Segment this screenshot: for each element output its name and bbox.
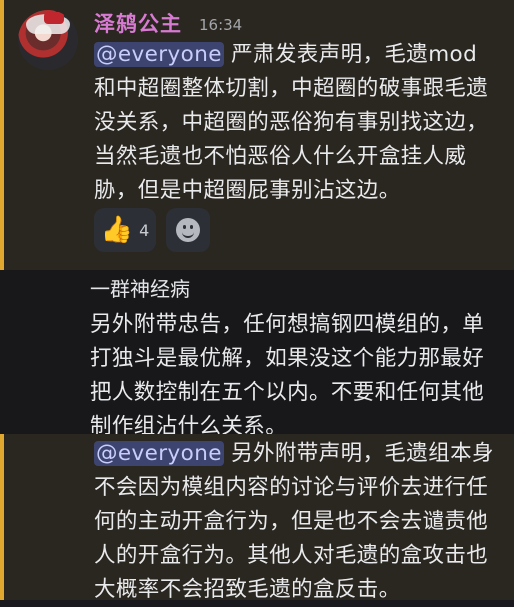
message-text: @everyone 另外附带声明，毛遗组本身不会因为模组内容的讨论与评价去进行任… xyxy=(94,437,499,607)
message-2[interactable]: 一群神经病 另外附带忠告，任何想搞钢四模组的，单打独斗是最优解，如果没这个能力那… xyxy=(0,270,514,439)
message-3[interactable]: @everyone 另外附带声明，毛遗组本身不会因为模组内容的讨论与评价去进行任… xyxy=(0,434,514,602)
reaction-count: 4 xyxy=(139,220,150,240)
timestamp: 16:34 xyxy=(199,16,243,34)
message-1[interactable]: 泽鸫公主 16:34 @everyone 严肃发表声明，毛遗mod和中超圈整体切… xyxy=(0,0,514,270)
reactions-bar: 👍 4 xyxy=(94,208,210,252)
username[interactable]: 泽鸫公主 xyxy=(94,8,182,38)
message-text: 另外附带忠告，任何想搞钢四模组的，单打独斗是最优解，如果没这个能力那最好把人数控… xyxy=(90,312,485,439)
message-subject: 一群神经病 xyxy=(90,277,190,301)
avatar[interactable] xyxy=(18,10,78,70)
avatar-ribbon xyxy=(44,12,64,24)
chat-view: 泽鸫公主 16:34 @everyone 严肃发表声明，毛遗mod和中超圈整体切… xyxy=(0,0,514,602)
mention-everyone[interactable]: @everyone xyxy=(94,42,224,67)
message-text: @everyone 严肃发表声明，毛遗mod和中超圈整体切割，中超圈的破事跟毛遗… xyxy=(94,38,499,208)
add-reaction-icon xyxy=(176,218,200,242)
thumbs-up-icon: 👍 xyxy=(100,215,134,245)
reaction-thumbs-up[interactable]: 👍 4 xyxy=(94,208,156,252)
mention-everyone[interactable]: @everyone xyxy=(94,441,224,466)
add-reaction-button[interactable] xyxy=(166,208,210,252)
